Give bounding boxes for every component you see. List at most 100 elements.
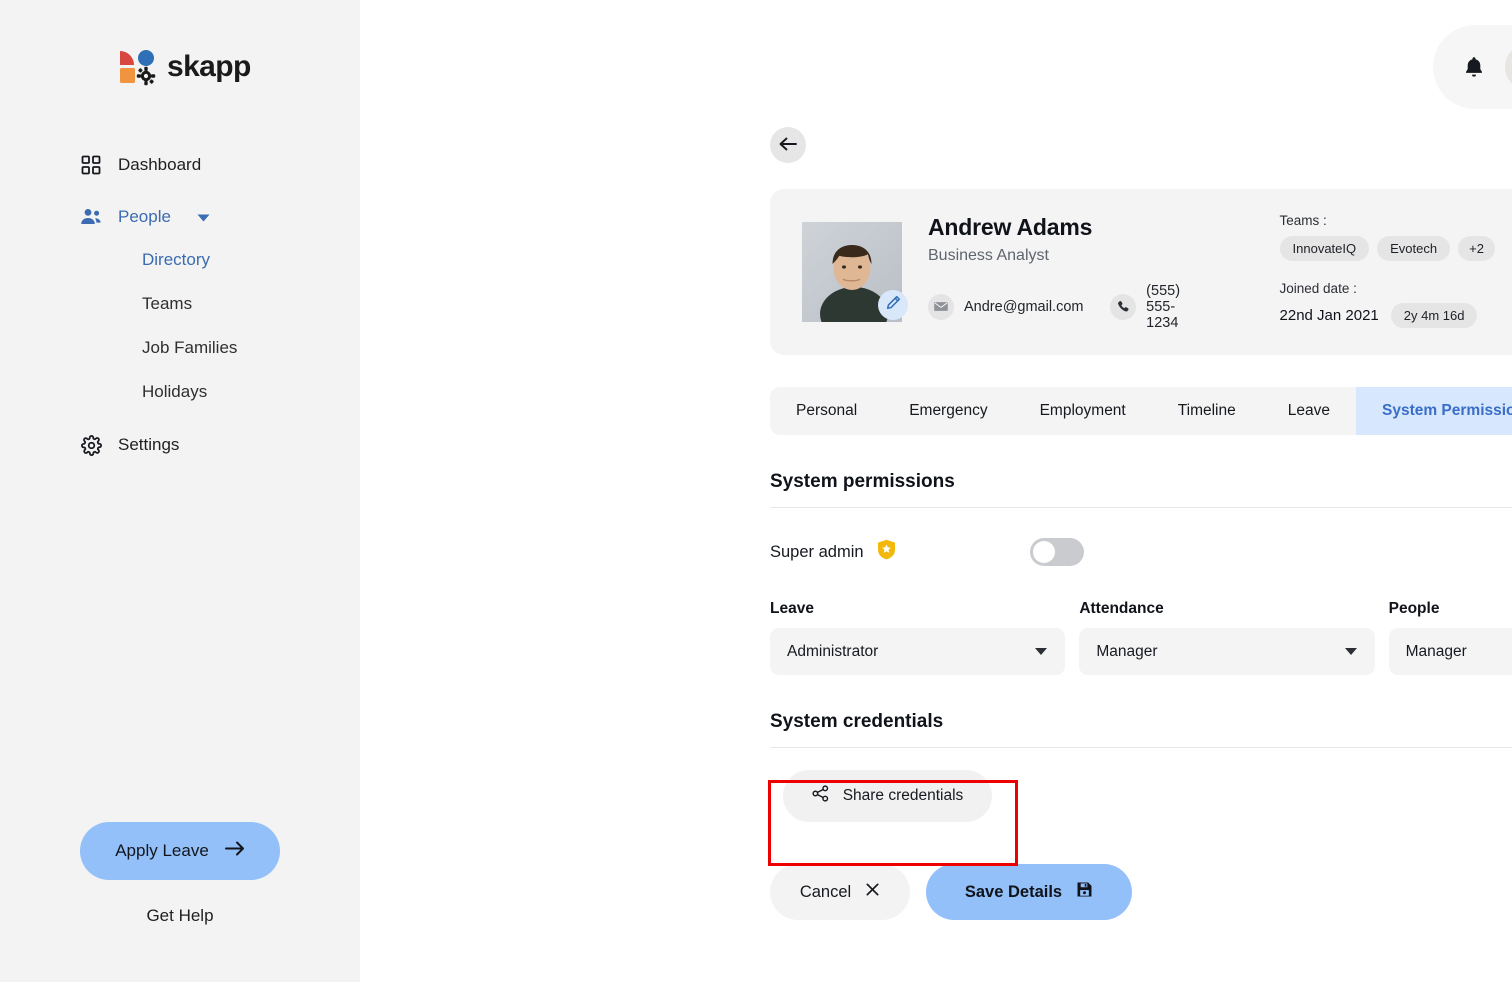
sidebar-subitem-label: Holidays	[142, 382, 207, 401]
edit-avatar-button[interactable]	[878, 290, 908, 320]
tab-label: Emergency	[909, 402, 987, 420]
people-icon	[80, 206, 102, 228]
joined-date-row: 22nd Jan 2021 2y 4m 16d	[1280, 303, 1495, 328]
share-credentials-button[interactable]: Share credentials	[783, 770, 992, 822]
sidebar-subitem-label: Directory	[142, 250, 210, 269]
sidebar-subitem-teams[interactable]: Teams	[0, 282, 360, 326]
teams-chips: InnovateIQ Evotech +2	[1280, 236, 1495, 261]
employee-avatar-wrap	[802, 222, 902, 322]
get-help-label: Get Help	[146, 906, 213, 925]
top-bar: John Doe UX Designer	[360, 0, 1512, 109]
select-value: Manager	[1406, 643, 1467, 661]
chevron-down-icon[interactable]	[197, 207, 210, 227]
apply-leave-button[interactable]: Apply Leave	[80, 822, 280, 880]
joined-date-label: Joined date :	[1280, 281, 1495, 296]
email-icon	[928, 294, 954, 320]
back-button[interactable]	[770, 127, 806, 163]
tenure-chip: 2y 4m 16d	[1391, 303, 1478, 328]
permission-selects: Leave Administrator Attendance Manager P…	[770, 600, 1512, 675]
divider	[770, 747, 1512, 748]
sidebar-subitem-holidays[interactable]: Holidays	[0, 370, 360, 414]
team-chip[interactable]: Evotech	[1377, 236, 1450, 261]
sidebar-item-label: People	[118, 207, 171, 227]
people-permission-select[interactable]: Manager	[1389, 628, 1512, 675]
select-group-leave: Leave Administrator	[770, 600, 1065, 675]
employee-contact-row: Andre@gmail.com (555) 555-1234	[928, 283, 1194, 331]
select-label: People	[1389, 600, 1512, 618]
content-region: Andrew Adams Business Analyst Andre@gmai…	[360, 127, 1512, 920]
joined-date-value: 22nd Jan 2021	[1280, 307, 1379, 324]
chevron-down-icon	[1035, 648, 1047, 655]
divider	[770, 507, 1512, 508]
main-area: John Doe UX Designer	[360, 0, 1512, 982]
get-help-link[interactable]: Get Help	[0, 906, 360, 926]
toggle-knob	[1033, 541, 1055, 563]
app-root: skapp Dashboard	[0, 0, 1512, 982]
save-disk-icon	[1076, 881, 1093, 903]
sidebar-item-settings[interactable]: Settings	[0, 424, 360, 466]
tab-label: Timeline	[1178, 402, 1236, 420]
employee-email[interactable]: Andre@gmail.com	[964, 299, 1083, 315]
meta-col-left: Teams : InnovateIQ Evotech +2 Joined dat…	[1280, 213, 1495, 353]
select-value: Administrator	[787, 643, 878, 661]
bell-icon[interactable]	[1461, 54, 1487, 80]
shield-star-icon	[877, 539, 896, 565]
tab-emergency[interactable]: Emergency	[883, 387, 1013, 435]
select-label: Leave	[770, 600, 1065, 618]
user-menu[interactable]: John Doe UX Designer	[1433, 25, 1512, 109]
skapp-logo-icon	[118, 48, 158, 86]
sidebar-item-dashboard[interactable]: Dashboard	[0, 144, 360, 186]
teams-label: Teams :	[1280, 213, 1495, 228]
employee-meta: Teams : InnovateIQ Evotech +2 Joined dat…	[1280, 213, 1512, 353]
save-details-button[interactable]: Save Details	[926, 864, 1132, 920]
save-details-label: Save Details	[965, 883, 1062, 902]
employee-job-title: Business Analyst	[928, 247, 1194, 265]
tab-leave[interactable]: Leave	[1262, 387, 1356, 435]
form-actions: Cancel Save Details	[770, 864, 1512, 920]
sidebar-item-label: Dashboard	[118, 155, 201, 175]
share-credentials-label: Share credentials	[843, 787, 964, 805]
chevron-down-icon	[1345, 648, 1357, 655]
sidebar-item-people[interactable]: People	[0, 196, 360, 238]
tab-system-permissions[interactable]: System Permissions	[1356, 387, 1512, 435]
arrow-left-icon	[779, 137, 797, 154]
nav-spacer	[0, 414, 360, 424]
brand-name: skapp	[167, 50, 251, 84]
share-icon	[812, 785, 829, 807]
tab-label: Leave	[1288, 402, 1330, 420]
system-permissions-title: System permissions	[770, 471, 1512, 493]
close-icon	[865, 882, 880, 902]
arrow-right-icon	[225, 841, 245, 861]
sidebar: skapp Dashboard	[0, 0, 360, 982]
select-value: Manager	[1096, 643, 1157, 661]
phone-icon	[1110, 294, 1136, 320]
leave-permission-select[interactable]: Administrator	[770, 628, 1065, 675]
super-admin-toggle[interactable]	[1030, 538, 1084, 566]
avatar	[1505, 44, 1512, 90]
sidebar-subitem-label: Job Families	[142, 338, 237, 357]
employee-phone[interactable]: (555) 555-1234	[1146, 283, 1193, 331]
tab-personal[interactable]: Personal	[770, 387, 883, 435]
team-chip[interactable]: InnovateIQ	[1280, 236, 1370, 261]
employee-profile-card: Andrew Adams Business Analyst Andre@gmai…	[770, 189, 1512, 355]
super-admin-row: Super admin	[770, 538, 1512, 566]
select-group-attendance: Attendance Manager	[1079, 600, 1374, 675]
sidebar-subitem-directory[interactable]: Directory	[0, 238, 360, 282]
team-chip-more[interactable]: +2	[1458, 236, 1495, 261]
employee-name: Andrew Adams	[928, 214, 1194, 241]
joined-block: Joined date : 22nd Jan 2021 2y 4m 16d	[1280, 281, 1495, 328]
super-admin-label: Super admin	[770, 543, 864, 562]
sidebar-subitem-label: Teams	[142, 294, 192, 313]
nav-spacer	[0, 186, 360, 196]
tab-label: System Permissions	[1382, 402, 1512, 420]
sidebar-subitem-job-families[interactable]: Job Families	[0, 326, 360, 370]
sidebar-nav: Dashboard People Director	[0, 144, 360, 466]
select-label: Attendance	[1079, 600, 1374, 618]
credentials-area: Share credentials	[770, 770, 1512, 822]
tab-timeline[interactable]: Timeline	[1152, 387, 1262, 435]
sidebar-item-label: Settings	[118, 435, 179, 455]
attendance-permission-select[interactable]: Manager	[1079, 628, 1374, 675]
cancel-button[interactable]: Cancel	[770, 864, 910, 920]
tab-employment[interactable]: Employment	[1014, 387, 1152, 435]
brand-logo[interactable]: skapp	[0, 0, 360, 86]
